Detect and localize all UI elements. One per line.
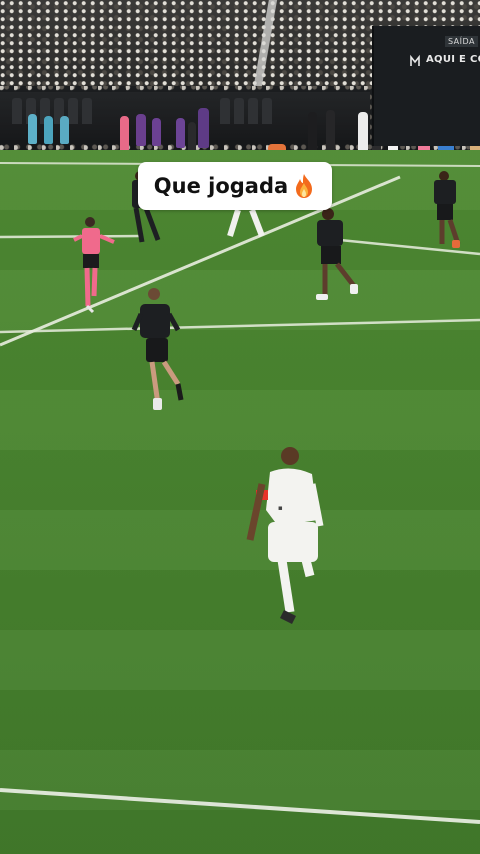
player-dark-kit xyxy=(131,288,184,410)
caption-bubble: Que jogada xyxy=(138,162,332,210)
caption-text: Que jogada xyxy=(153,174,289,198)
fire-icon xyxy=(296,174,313,198)
player-captain-white-kit: ▪ xyxy=(246,447,324,624)
shirt-sponsor-logo-icon: ▪ xyxy=(278,504,283,512)
players-layer: ▪ xyxy=(73,171,461,624)
player-dark-kit xyxy=(316,208,358,300)
referee xyxy=(73,217,115,314)
video-frame: SAÍDA AQUI E COR xyxy=(0,0,480,854)
player-white-kit xyxy=(227,208,265,238)
player-dark-kit xyxy=(434,171,461,248)
